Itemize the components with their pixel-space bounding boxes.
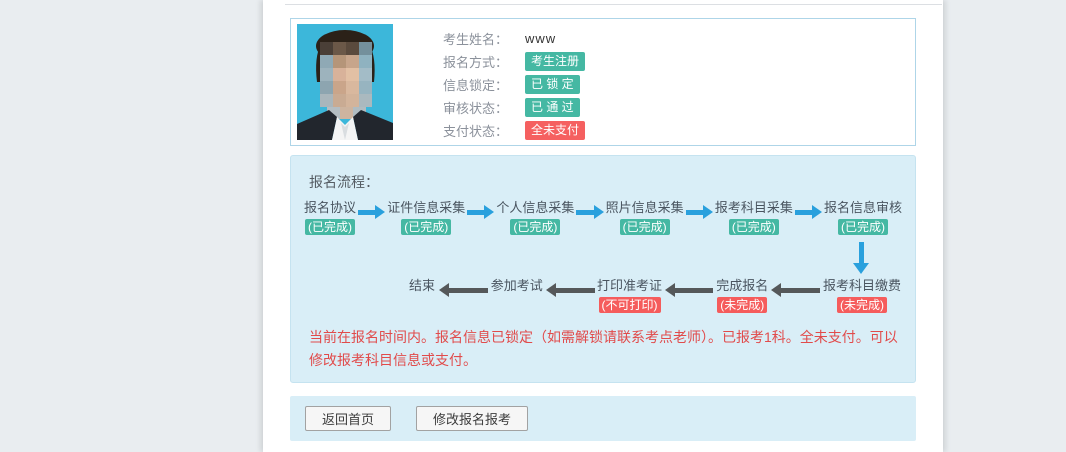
flow-step-subject-collect: 报考科目采集 (已完成) — [715, 200, 793, 235]
status-badge: (已完成) — [401, 219, 451, 235]
status-badge: (已完成) — [838, 219, 888, 235]
flow-step-subject-payment: 报考科目缴费 (未完成) — [822, 278, 902, 313]
status-badge: (不可打印) — [599, 297, 661, 313]
modify-registration-button[interactable]: 修改报名报考 — [416, 406, 528, 431]
review-status-badge: 已 通 过 — [525, 98, 580, 117]
flow-step-personal-info: 个人信息采集 (已完成) — [496, 200, 574, 235]
name-label: 考生姓名： — [443, 29, 513, 48]
arrow-right-icon — [686, 204, 713, 220]
info-row-name: 考生姓名： www — [443, 27, 905, 50]
registration-flow-panel: 报名流程： 报名协议 (已完成) 证件信息采集 (已完成) 个人信息采集 (已完… — [290, 155, 916, 383]
arrow-right-icon — [358, 204, 385, 220]
lock-status-label: 信息锁定： — [443, 75, 513, 94]
info-row-lock-status: 信息锁定： 已 锁 定 — [443, 73, 905, 96]
flow-row-2: 结束 参加考试 打印准考证 (不可打印) 完成报名 (未完成) 报考科目缴费 (… — [407, 278, 902, 313]
candidate-info-panel: 考生姓名： www 报名方式： 考生注册 信息锁定： 已 锁 定 审核状态： 已… — [290, 18, 916, 146]
main-content-column: 考生姓名： www 报名方式： 考生注册 信息锁定： 已 锁 定 审核状态： 已… — [263, 0, 943, 452]
flow-step-complete-reg: 完成报名 (未完成) — [715, 278, 769, 313]
status-badge: (未完成) — [837, 297, 887, 313]
payment-status-badge: 全未支付 — [525, 121, 585, 140]
status-badge: (未完成) — [717, 297, 767, 313]
status-badge: (已完成) — [729, 219, 779, 235]
status-badge: (已完成) — [305, 219, 355, 235]
candidate-info-rows: 考生姓名： www 报名方式： 考生注册 信息锁定： 已 锁 定 审核状态： 已… — [443, 27, 905, 142]
action-bar: 返回首页 修改报名报考 — [290, 396, 916, 441]
status-badge: (已完成) — [510, 219, 560, 235]
flow-step-agreement: 报名协议 (已完成) — [304, 200, 356, 235]
arrow-right-icon — [467, 204, 494, 220]
payment-status-label: 支付状态： — [443, 121, 513, 140]
back-home-button[interactable]: 返回首页 — [305, 406, 391, 431]
arrow-left-icon — [771, 282, 820, 298]
flow-step-end: 结束 — [407, 278, 437, 294]
lock-status-badge: 已 锁 定 — [525, 75, 580, 94]
flow-step-photo-info: 照片信息采集 (已完成) — [606, 200, 684, 235]
info-row-reg-method: 报名方式： 考生注册 — [443, 50, 905, 73]
flow-title: 报名流程： — [309, 172, 379, 192]
name-value: www — [525, 31, 556, 46]
arrow-right-icon — [795, 204, 822, 220]
status-message: 当前在报名时间内。报名信息已锁定（如需解锁请联系考点老师）。已报考1科。全未支付… — [309, 326, 899, 372]
top-divider — [285, 4, 942, 5]
flow-step-print-ticket: 打印准考证 (不可打印) — [597, 278, 663, 313]
review-status-label: 审核状态： — [443, 98, 513, 117]
reg-method-badge: 考生注册 — [525, 52, 585, 71]
arrow-left-icon — [665, 282, 714, 298]
arrow-left-icon — [439, 282, 488, 298]
arrow-left-icon — [546, 282, 595, 298]
flow-step-info-review: 报名信息审核 (已完成) — [824, 200, 902, 235]
flow-step-id-info: 证件信息采集 (已完成) — [387, 200, 465, 235]
info-row-review-status: 审核状态： 已 通 过 — [443, 96, 905, 119]
info-row-payment-status: 支付状态： 全未支付 — [443, 119, 905, 142]
arrow-down-icon — [853, 242, 869, 274]
reg-method-label: 报名方式： — [443, 52, 513, 71]
arrow-right-icon — [576, 204, 603, 220]
candidate-photo — [297, 24, 393, 140]
flow-step-take-exam: 参加考试 — [490, 278, 544, 294]
flow-row-1: 报名协议 (已完成) 证件信息采集 (已完成) 个人信息采集 (已完成) 照片信… — [304, 200, 902, 235]
status-badge: (已完成) — [620, 219, 670, 235]
